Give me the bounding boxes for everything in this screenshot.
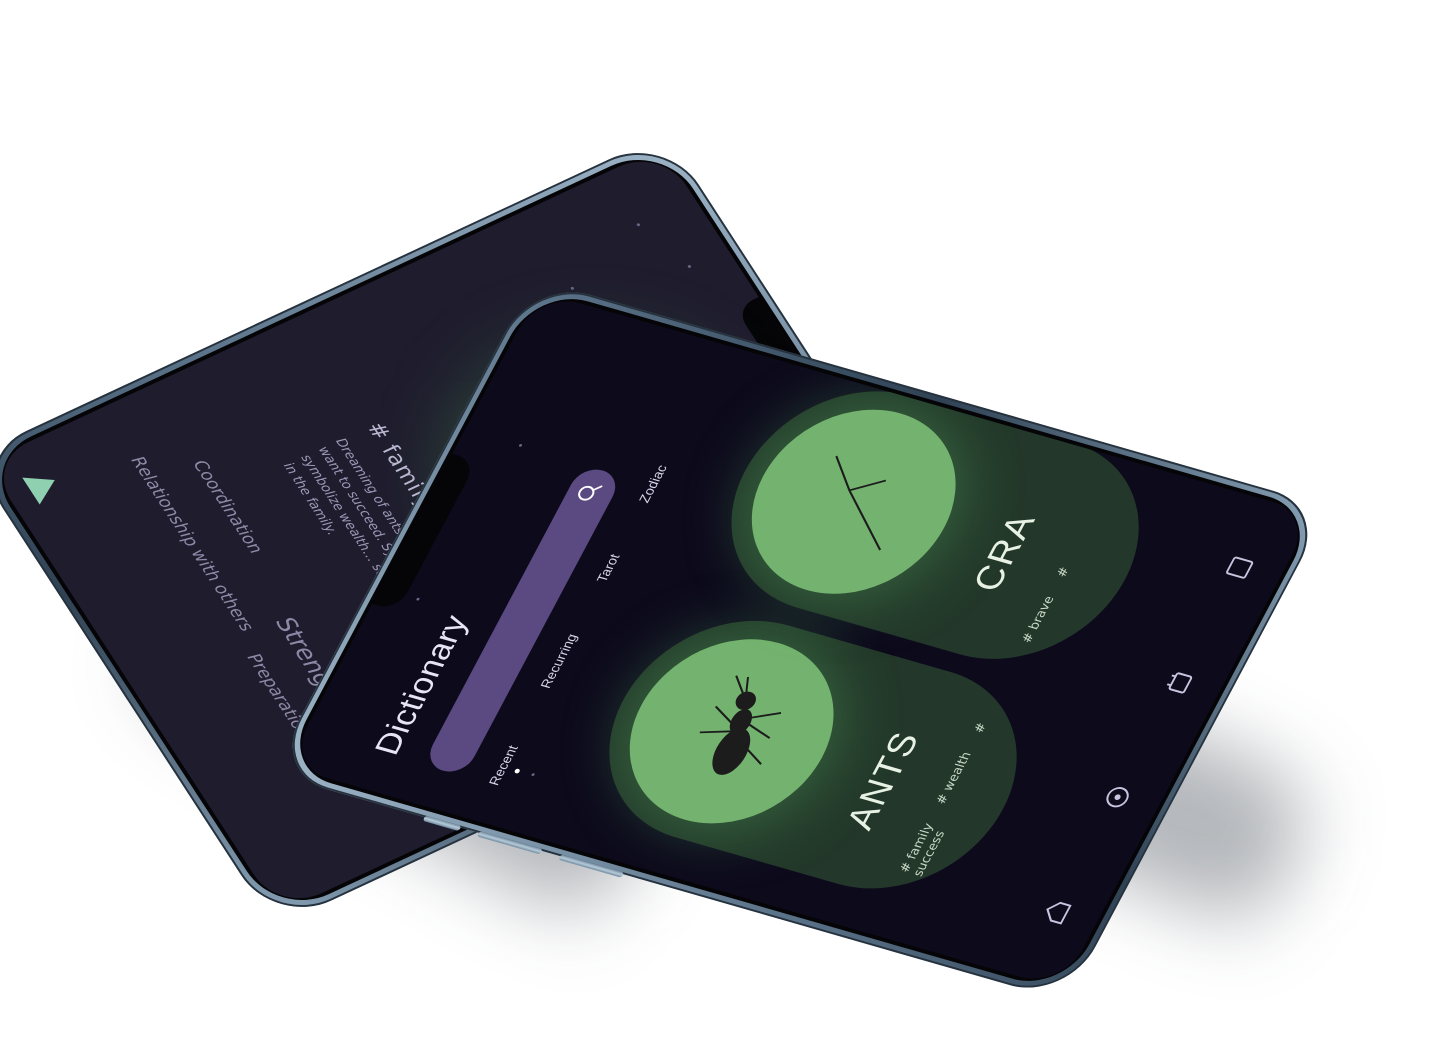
active-tab-indicator xyxy=(513,768,521,774)
tab-tarot[interactable]: Tarot xyxy=(593,552,622,584)
creature-icon xyxy=(835,455,886,551)
tab-label: Zodiac xyxy=(635,463,670,505)
star xyxy=(531,772,536,777)
star xyxy=(415,597,421,601)
tag-chip[interactable]: # brave xyxy=(1019,595,1057,645)
home-icon[interactable] xyxy=(1037,896,1075,928)
tab-recurring[interactable]: Recurring xyxy=(537,632,580,690)
tab-label: Tarot xyxy=(593,552,623,584)
tab-zodiac[interactable]: Zodiac xyxy=(636,463,670,504)
keyword-relationship: Relationship with others xyxy=(126,453,258,635)
compass-icon[interactable] xyxy=(1098,781,1136,813)
star xyxy=(570,286,575,291)
tab-label: Recurring xyxy=(537,632,581,690)
book-icon[interactable] xyxy=(1220,552,1258,584)
star xyxy=(687,264,692,269)
cards-icon[interactable] xyxy=(1159,666,1197,698)
star xyxy=(636,222,641,227)
card-tags: # family # wealth # success xyxy=(897,685,1023,878)
mockup-scene: # family Dreaming of ants … work on cert… xyxy=(0,0,1440,1048)
card-title: ANTS xyxy=(839,726,929,835)
tag-chip[interactable]: # wealth xyxy=(934,750,975,806)
card-tags: # brave # xyxy=(1019,550,1081,645)
card-title: CRA xyxy=(965,508,1045,596)
search-icon[interactable] xyxy=(574,479,604,504)
tag-chip[interactable]: # xyxy=(1054,566,1073,580)
ant-illustration xyxy=(594,617,870,846)
card-illustration xyxy=(716,387,992,616)
tab-recent[interactable]: Recent xyxy=(485,744,520,787)
ant-icon xyxy=(699,675,782,775)
star xyxy=(518,443,523,448)
tab-label: Recent xyxy=(485,743,521,787)
play-icon[interactable] xyxy=(22,466,64,505)
